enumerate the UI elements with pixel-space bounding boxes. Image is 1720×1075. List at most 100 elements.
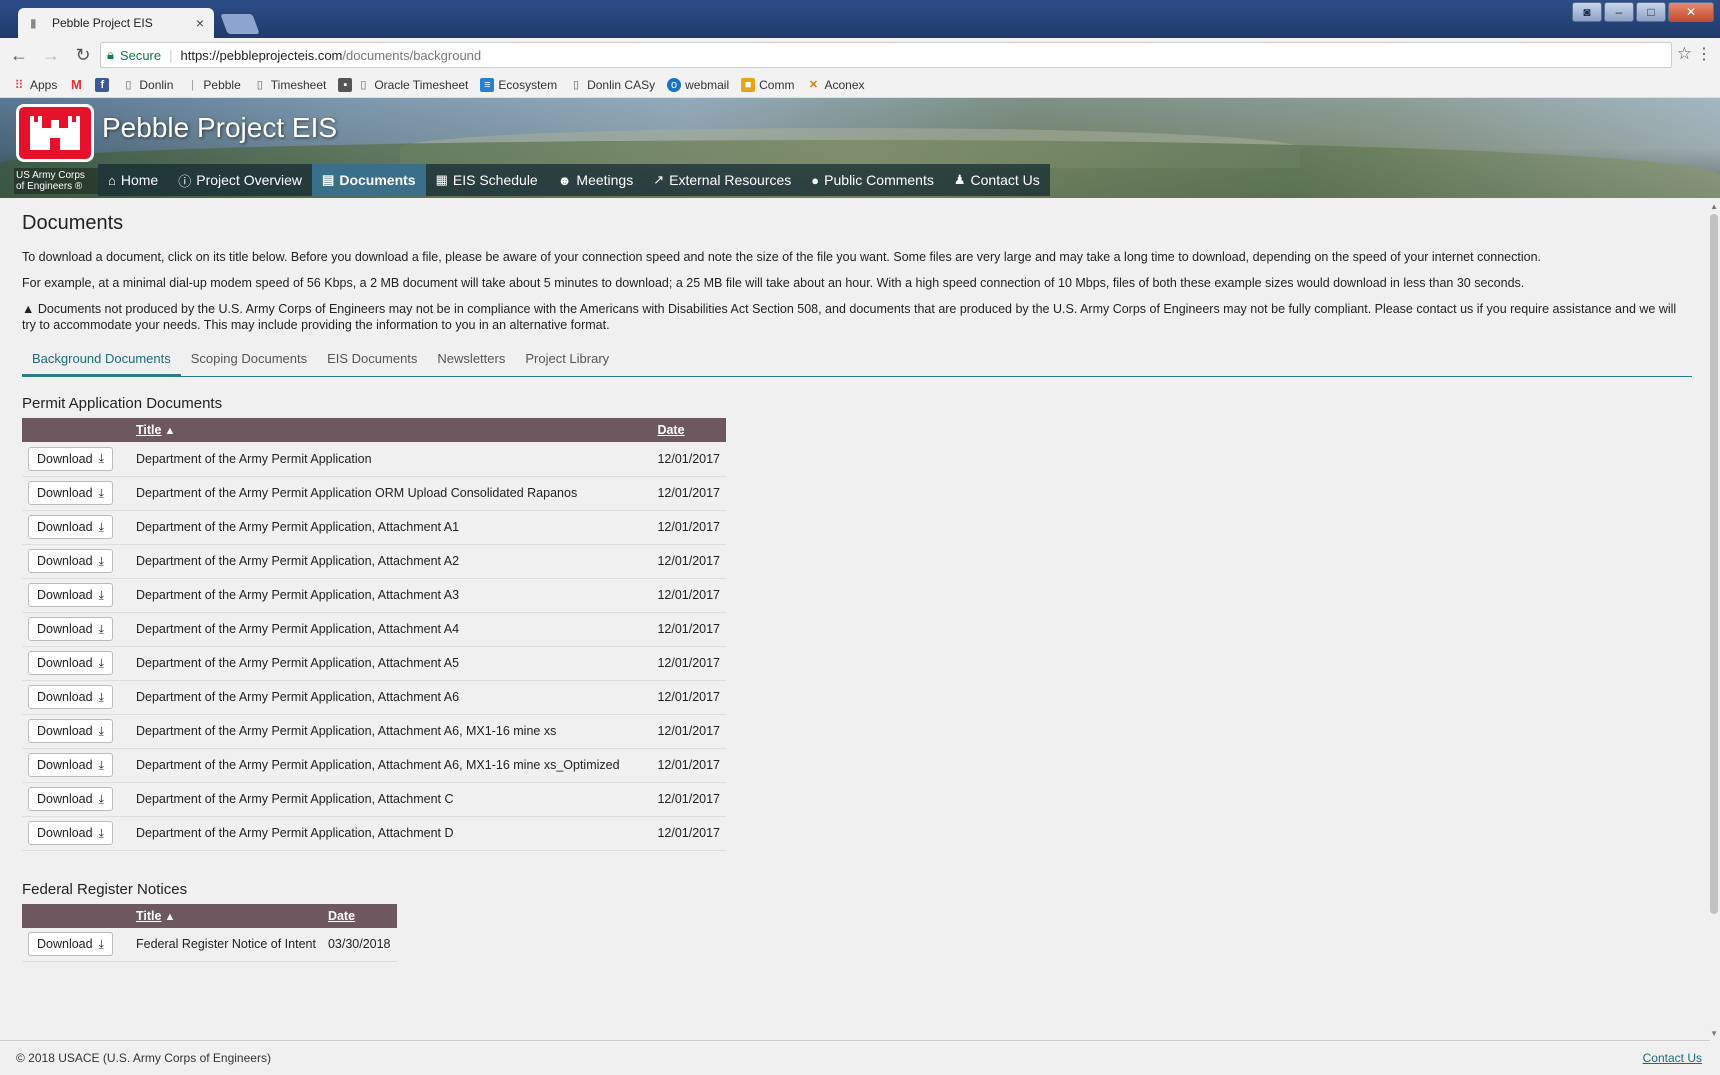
download-button[interactable]: Download ⤓ — [28, 753, 113, 777]
download-button[interactable]: Download ⤓ — [28, 617, 113, 641]
document-title[interactable]: Federal Register Notice of Intent — [130, 927, 322, 962]
download-button[interactable]: Download ⤓ — [28, 821, 113, 845]
document-title[interactable]: Department of the Army Permit Applicatio… — [130, 578, 652, 613]
document-title[interactable]: Department of the Army Permit Applicatio… — [130, 510, 652, 545]
user-icon[interactable]: ◙ — [1572, 2, 1602, 22]
page-icon: ▯ — [256, 78, 263, 91]
external-link-icon: ↗ — [653, 172, 665, 187]
tab-project-library[interactable]: Project Library — [515, 345, 619, 376]
date-column-header[interactable]: Date — [651, 418, 726, 442]
bookmark-facebook[interactable]: f — [95, 77, 110, 92]
document-title[interactable]: Department of the Army Permit Applicatio… — [130, 476, 652, 511]
download-icon: ⤓ — [98, 757, 104, 772]
download-icon: ⤓ — [98, 655, 104, 670]
scroll-up-icon[interactable]: ▲ — [1710, 202, 1718, 211]
title-column-header[interactable]: Title ▲ — [130, 418, 652, 442]
nav-contact-us[interactable]: ♟ Contact Us — [944, 164, 1050, 196]
forward-arrow-icon[interactable]: → — [38, 45, 64, 66]
nav-public-comments[interactable]: ● Public Comments — [801, 164, 944, 196]
tab-background-documents[interactable]: Background Documents — [22, 345, 181, 377]
castle-icon — [30, 116, 80, 150]
minimize-button[interactable]: – — [1604, 2, 1634, 22]
browser-menu-icon[interactable]: ⋮ — [1696, 44, 1712, 64]
intro-paragraph: To download a document, click on its tit… — [22, 250, 1542, 264]
reload-icon[interactable]: ↻ — [70, 45, 96, 66]
document-title[interactable]: Department of the Army Permit Applicatio… — [130, 680, 652, 715]
document-title[interactable]: Department of the Army Permit Applicatio… — [130, 816, 652, 851]
title-column-header[interactable]: Title ▲ — [130, 903, 322, 928]
bookmark-donlin-casy[interactable]: ▯ Donlin CASy — [569, 78, 655, 92]
download-button[interactable]: Download ⤓ — [28, 515, 113, 539]
facebook-icon: f — [95, 77, 110, 92]
bookmark-gmail[interactable]: M — [69, 77, 83, 92]
bookmark-donlin[interactable]: ▯ Donlin — [121, 78, 173, 92]
user-icon: ♟ — [953, 172, 966, 187]
usace-castle-logo[interactable] — [16, 104, 94, 162]
download-button[interactable]: Download ⤓ — [28, 719, 113, 743]
date-column-header[interactable]: Date — [321, 903, 397, 928]
scrollbar-thumb[interactable] — [1710, 214, 1718, 914]
table-row: Download ⤓ Department of the Army Permit A… — [22, 748, 726, 783]
bookmark-oracle-timesheet[interactable]: ▪ ▯ Oracle Timesheet — [338, 77, 468, 92]
address-bar[interactable]: 🔒︎ Secure | https://pebbleprojecteis.com… — [100, 42, 1672, 68]
bookmark-star-icon[interactable]: ☆ — [1677, 44, 1692, 64]
download-button[interactable]: Download ⤓ — [28, 583, 113, 607]
table-row: Download ⤓ Department of the Army Permit A… — [22, 646, 726, 681]
nav-documents[interactable]: ▤ Documents — [312, 164, 426, 196]
footer-contact-link[interactable]: Contact Us — [1643, 1051, 1702, 1065]
document-date: 12/01/2017 — [651, 748, 726, 783]
bookmark-comm[interactable]: ■ Comm — [741, 77, 794, 92]
document-title[interactable]: Department of the Army Permit Applicatio… — [130, 612, 652, 647]
download-button[interactable]: Download ⤓ — [28, 651, 113, 675]
document-title[interactable]: Department of the Army Permit Applicatio… — [130, 748, 652, 783]
tab-title: Pebble Project EIS — [52, 16, 153, 30]
bookmark-webmail[interactable]: o webmail — [667, 77, 729, 92]
close-window-button[interactable]: ✕ — [1668, 2, 1714, 22]
lock-icon: 🔒︎ — [107, 47, 114, 62]
bookmark-aconex[interactable]: ✕ Aconex — [806, 78, 865, 92]
nav-meetings[interactable]: ☻ Meetings — [548, 164, 644, 196]
maximize-button[interactable]: □ — [1636, 2, 1666, 22]
download-button[interactable]: Download ⤓ — [28, 446, 113, 471]
download-button[interactable]: Download ⤓ — [28, 481, 113, 505]
page-title: Documents — [22, 212, 124, 234]
download-button[interactable]: Download ⤓ — [28, 932, 113, 957]
bookmark-pebble[interactable]: | Pebble — [185, 78, 241, 92]
nav-project-overview[interactable]: ⓘ Project Overview — [168, 164, 312, 196]
download-button[interactable]: Download ⤓ — [28, 549, 113, 573]
tab-scoping-documents[interactable]: Scoping Documents — [181, 345, 317, 376]
nav-home[interactable]: ⌂ Home — [98, 164, 168, 196]
document-title[interactable]: Department of the Army Permit Applicatio… — [130, 544, 652, 579]
back-arrow-icon[interactable]: ← — [6, 45, 32, 66]
bookmark-timesheet[interactable]: ▯ Timesheet — [253, 78, 327, 92]
document-title[interactable]: Department of the Army Permit Applicatio… — [130, 442, 652, 477]
scroll-down-icon[interactable]: ▼ — [1710, 1029, 1718, 1038]
document-title[interactable]: Department of the Army Permit Applicatio… — [130, 714, 652, 749]
download-button[interactable]: Download ⤓ — [28, 787, 113, 811]
download-button[interactable]: Download ⤓ — [28, 685, 113, 709]
speed-paragraph: For example, at a minimal dial-up modem … — [22, 276, 1525, 290]
browser-tab[interactable]: ▮ Pebble Project EIS × — [18, 8, 214, 38]
download-icon: ⤓ — [98, 791, 104, 806]
table-row: Download ⤓ Federal Register Notice of Inte… — [22, 927, 397, 962]
nav-external-resources[interactable]: ↗ External Resources — [643, 164, 801, 196]
document-date: 12/01/2017 — [651, 646, 726, 681]
new-tab-button[interactable] — [220, 14, 260, 34]
tab-close-icon[interactable]: × — [196, 15, 204, 31]
table-row: Download ⤓ Department of the Army Permit A… — [22, 680, 726, 715]
sort-asc-icon: ▲ — [164, 910, 176, 923]
tab-newsletters[interactable]: Newsletters — [427, 345, 515, 376]
page-favicon-icon: ▮ — [30, 16, 37, 30]
document-title[interactable]: Department of the Army Permit Applicatio… — [130, 782, 652, 817]
info-icon: ⓘ — [178, 173, 192, 189]
table-row: Download ⤓ Department of the Army Permit A… — [22, 816, 726, 851]
pebble-icon: | — [190, 78, 194, 91]
site-title[interactable]: Pebble Project EIS — [102, 112, 337, 144]
nav-eis-schedule[interactable]: ▦ EIS Schedule — [426, 164, 548, 196]
calendar-icon: ▦ — [435, 172, 448, 187]
tab-eis-documents[interactable]: EIS Documents — [317, 345, 427, 376]
bookmark-ecosystem[interactable]: ≡ Ecosystem — [480, 77, 557, 92]
document-title[interactable]: Department of the Army Permit Applicatio… — [130, 646, 652, 681]
bookmark-apps[interactable]: ⠿ Apps — [12, 78, 58, 92]
usace-label: US Army Corps of Engineers ® — [14, 168, 98, 194]
